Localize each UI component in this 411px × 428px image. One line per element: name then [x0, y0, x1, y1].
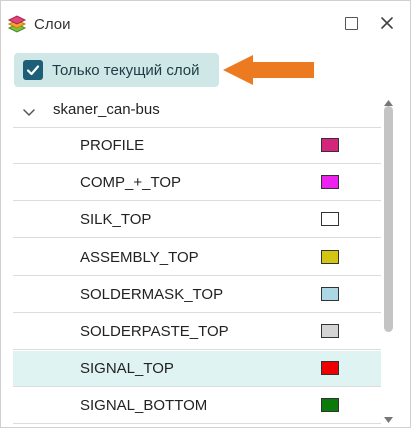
- scroll-thumb[interactable]: [384, 106, 393, 332]
- layer-tree: skaner_can-bus PROFILE COMP_+_TOP SILK_TOP…: [13, 92, 381, 426]
- layer-color-swatch[interactable]: [321, 249, 339, 264]
- maximize-icon[interactable]: [345, 17, 358, 30]
- checkmark-icon: [26, 65, 40, 76]
- vertical-scrollbar[interactable]: [381, 92, 395, 426]
- layer-color-swatch[interactable]: [321, 398, 339, 413]
- layer-row[interactable]: SIGNAL_BOTTOM: [13, 388, 381, 425]
- layer-name: COMP_+_TOP: [80, 174, 182, 192]
- layer-row[interactable]: SOLDERPASTE_TOP: [13, 314, 381, 350]
- window-title: Слои: [34, 16, 71, 33]
- layer-color-swatch[interactable]: [321, 324, 339, 338]
- close-icon[interactable]: [380, 16, 394, 30]
- callout-arrow-icon: [223, 54, 315, 86]
- layer-row[interactable]: SOLDERMASK_TOP: [13, 277, 381, 313]
- layers-panel: Слои Только текущий слой skaner_can-bus …: [0, 0, 411, 428]
- current-layer-only-toggle[interactable]: Только текущий слой: [14, 53, 219, 87]
- layer-color-swatch[interactable]: [321, 175, 339, 190]
- layer-name: SOLDERMASK_TOP: [80, 285, 224, 303]
- layer-row[interactable]: COMP_+_TOP: [13, 165, 381, 202]
- current-layer-only-label: Только текущий слой: [52, 62, 200, 79]
- layer-color-swatch[interactable]: [321, 286, 339, 301]
- layer-name: SIGNAL_BOTTOM: [80, 397, 208, 415]
- layer-color-swatch[interactable]: [321, 138, 339, 152]
- layer-color-swatch[interactable]: [321, 361, 339, 376]
- layer-name: SIGNAL_TOP: [80, 360, 174, 378]
- layer-name: ASSEMBLY_TOP: [80, 248, 199, 266]
- layer-name: SOLDERPASTE_TOP: [80, 323, 229, 340]
- title-bar: Слои: [1, 1, 410, 45]
- group-label: skaner_can-bus: [53, 101, 160, 118]
- layer-row[interactable]: PROFILE: [13, 128, 381, 164]
- group-row-skaner-can-bus[interactable]: skaner_can-bus: [13, 92, 381, 128]
- layers-icon: [7, 13, 27, 35]
- layer-color-swatch[interactable]: [321, 212, 339, 227]
- layer-name: SILK_TOP: [80, 211, 152, 229]
- layer-row[interactable]: SIGNAL_TOP: [13, 351, 381, 388]
- layer-row[interactable]: ASSEMBLY_TOP: [13, 240, 381, 276]
- chevron-down-icon[interactable]: [23, 104, 35, 117]
- layer-row[interactable]: SILK_TOP: [13, 202, 381, 239]
- scroll-down-arrow-icon[interactable]: [384, 410, 393, 428]
- layer-name: PROFILE: [80, 137, 145, 154]
- current-layer-only-checkbox[interactable]: [23, 60, 43, 80]
